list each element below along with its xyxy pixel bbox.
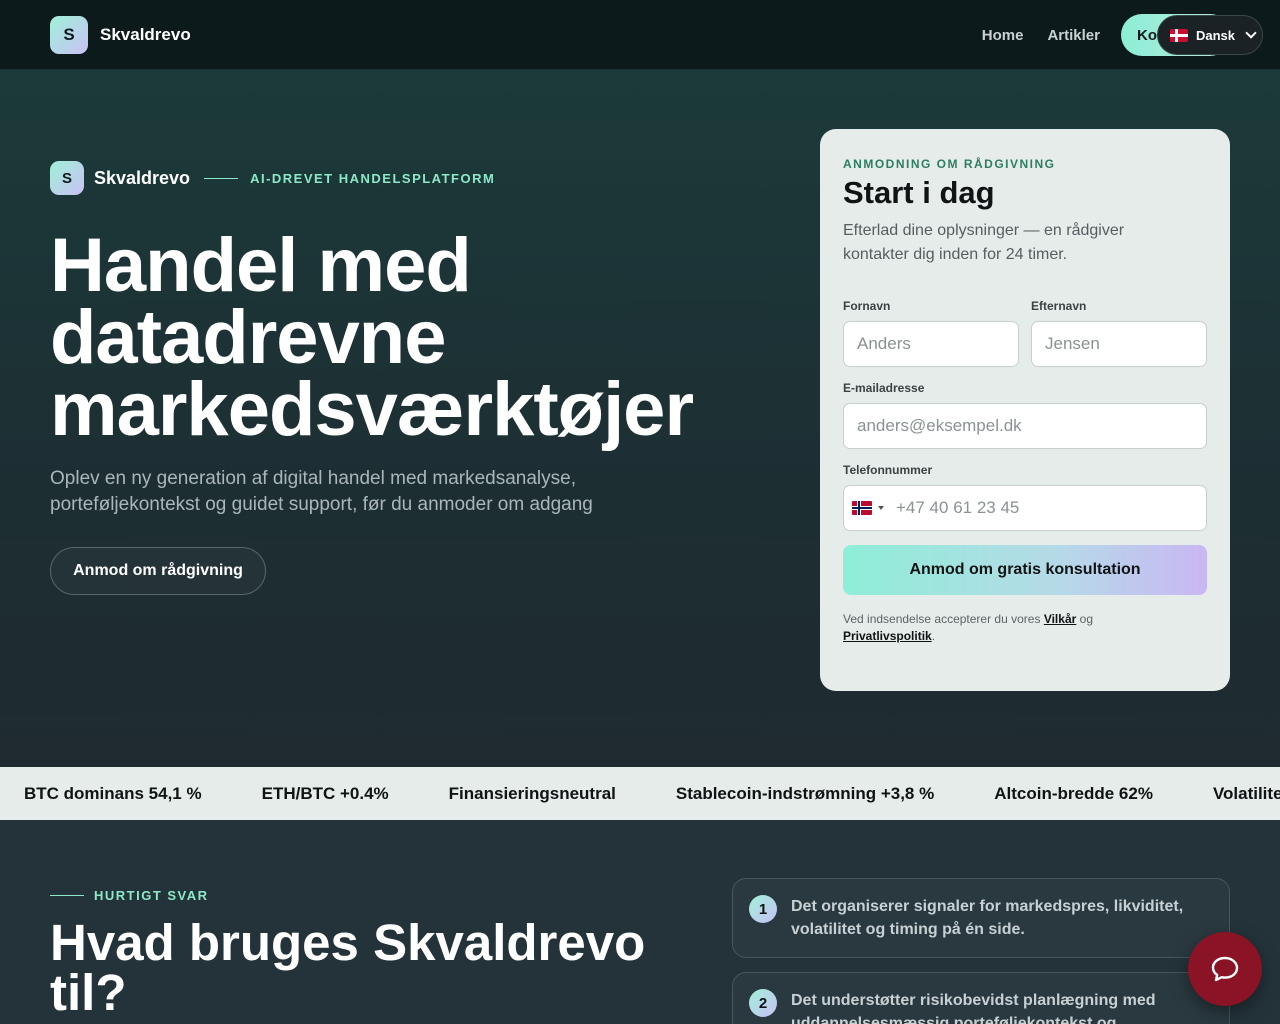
form-eyebrow: ANMODNING OM RÅDGIVNING	[843, 157, 1056, 171]
nav-home[interactable]: Home	[982, 27, 1024, 44]
faq-eyebrow: HURTIGT SVAR	[50, 888, 209, 903]
hero-tagline: AI-DREVET HANDELSPLATFORM	[250, 170, 496, 186]
phone-label: Telefonnummer	[843, 463, 933, 477]
faq-title: Hvad bruges Skvaldrevo til?	[50, 914, 646, 1021]
faq-number-badge: 2	[749, 989, 777, 1017]
first-name-label: Fornavn	[843, 299, 891, 313]
faq-item: 2 Det understøtter risikobevidst planlæg…	[732, 972, 1230, 1024]
last-name-group: Efternavn Jensen	[1031, 299, 1207, 367]
last-name-label: Efternavn	[1031, 299, 1087, 313]
country-dropdown-icon[interactable]	[878, 506, 884, 510]
hero-brand: S Skvaldrevo AI-DREVET HANDELSPLATFORM	[50, 161, 495, 195]
legal-and: og	[1079, 612, 1093, 626]
ticker-item: Stablecoin-indstrømning +3,8 %	[675, 783, 935, 803]
last-name-field[interactable]: Jensen	[1031, 321, 1207, 367]
form-description: Efterlad dine oplysninger — en rådgiver …	[843, 222, 1125, 263]
chevron-down-icon	[1245, 27, 1257, 39]
privacy-link[interactable]: Privatlivspolitik	[843, 629, 932, 643]
hero-logo: S	[50, 161, 84, 195]
faq-eyebrow-text: HURTIGT SVAR	[94, 888, 209, 903]
request-advice-button[interactable]: Anmod om rådgivning	[50, 547, 266, 595]
legal-notice: Ved indsendelse accepterer du vores Vilk…	[843, 611, 1207, 645]
main-nav: Home Artikler	[982, 0, 1100, 70]
hero-title: Handel med datadrevne markedsværktøjer	[50, 223, 694, 452]
first-name-field[interactable]: Anders	[843, 321, 1019, 367]
chat-bubble-icon	[1211, 956, 1239, 982]
header-brand[interactable]: S Skvaldrevo	[50, 15, 191, 54]
legal-prefix: Ved indsendelse accepterer du vores	[843, 612, 1041, 626]
ticker-item: Finansieringsneutral	[448, 783, 616, 803]
faq-item: 1 Det organiserer signaler for markedspr…	[732, 878, 1230, 958]
eyebrow-divider	[50, 895, 84, 896]
email-label: E-mailadresse	[843, 381, 925, 395]
brand-logo: S	[50, 15, 88, 54]
legal-suffix: .	[931, 629, 936, 643]
faq-text: Det understøtter risikobevidst planlægni…	[791, 992, 1156, 1024]
norway-flag-icon[interactable]	[852, 501, 872, 515]
ticker-item: ETH/BTC +0.4%	[261, 783, 389, 803]
faq-section: HURTIGT SVAR Hvad bruges Skvaldrevo til?…	[0, 820, 1280, 1024]
ticker-item: BTC dominans 54,1 %	[24, 783, 202, 803]
submit-consultation-button[interactable]: Anmod om gratis konsultation	[843, 545, 1207, 595]
ticker-item: Volatilitet	[1212, 783, 1280, 803]
brand-name: Skvaldrevo	[100, 24, 191, 44]
language-selector[interactable]: Dansk	[1157, 15, 1263, 55]
phone-field[interactable]: +47 40 61 23 45	[843, 485, 1207, 531]
terms-link[interactable]: Vilkår	[1044, 612, 1076, 626]
chat-button[interactable]	[1188, 932, 1262, 1006]
email-group: E-mailadresse anders@eksempel.dk	[843, 381, 1207, 449]
hero-subtitle: Oplev en ny generation af digital handel…	[50, 468, 593, 515]
hero-brand-name: Skvaldrevo	[94, 167, 191, 188]
phone-group: Telefonnummer +47 40 61 23 45	[843, 463, 1207, 531]
ticker-item: Altcoin-bredde 62%	[994, 783, 1153, 803]
email-field[interactable]: anders@eksempel.dk	[843, 403, 1207, 449]
phone-placeholder: +47 40 61 23 45	[896, 498, 1020, 517]
form-title: Start i dag	[843, 175, 995, 210]
nav-articles[interactable]: Artikler	[1047, 27, 1100, 44]
hero-section: S Skvaldrevo AI-DREVET HANDELSPLATFORM H…	[0, 70, 1280, 767]
denmark-flag-icon	[1170, 28, 1188, 42]
site-header: S Skvaldrevo Home Artikler Kontakt Dansk	[0, 0, 1280, 70]
faq-number-badge: 1	[749, 895, 777, 923]
first-name-group: Fornavn Anders	[843, 299, 1019, 367]
tagline-divider	[204, 177, 239, 179]
consultation-form-card: ANMODNING OM RÅDGIVNING Start i dag Efte…	[820, 129, 1230, 691]
language-label: Dansk	[1196, 27, 1236, 43]
faq-text: Det organiserer signaler for markedspres…	[791, 898, 1184, 938]
market-ticker: BTC dominans 54,1 % ETH/BTC +0.4% Finans…	[0, 767, 1280, 820]
name-row: Fornavn Anders Efternavn Jensen	[843, 299, 1207, 367]
